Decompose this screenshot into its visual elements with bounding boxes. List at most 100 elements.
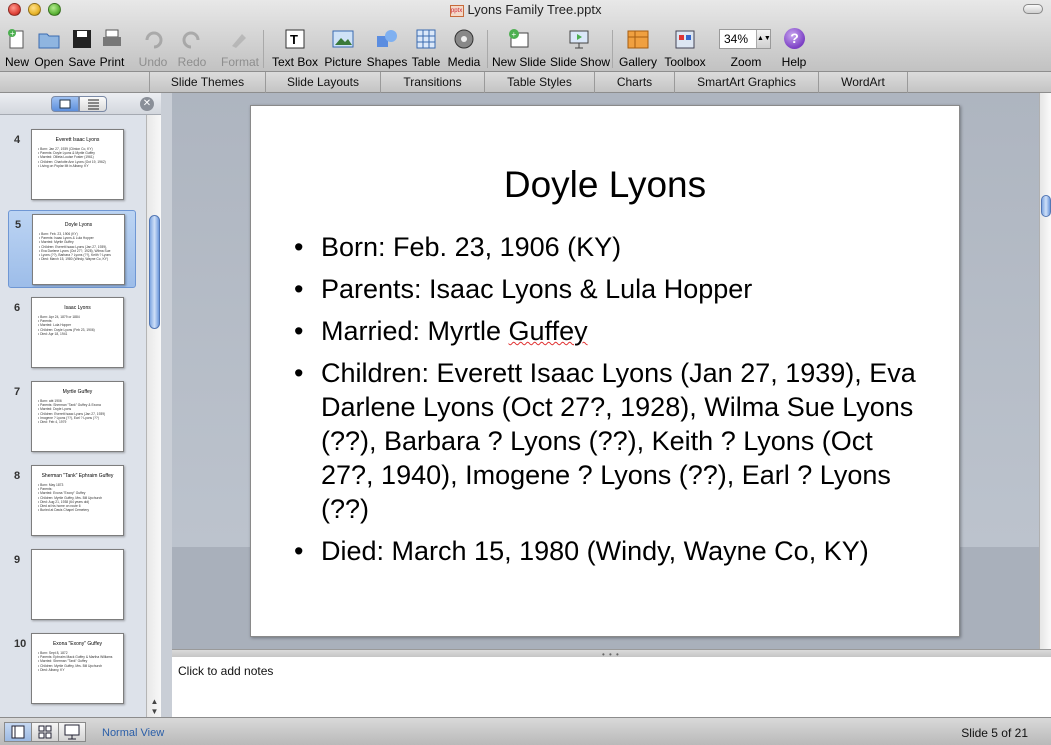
toolbar-toggle-button[interactable] [1023,4,1043,14]
slide-bullet: Married: Myrtle Guffey [291,314,931,348]
current-slide[interactable]: Doyle Lyons Born: Feb. 23, 1906 (KY) Pare… [250,105,960,637]
thumbnail-bullets: Born: Apr 24, 1879 or 1884Parents:Marrie… [38,315,123,336]
slide-bullet: Parents: Isaac Lyons & Lula Hopper [291,272,931,306]
format-brush-icon [232,34,246,48]
tab-table-styles[interactable]: Table Styles [485,72,595,93]
slide-thumbnail-preview: Exona "Exony" Guffey Born: Sept 8, 1872Pa… [31,633,124,704]
slide-number: 10 [14,638,27,650]
tab-transitions[interactable]: Transitions [381,72,485,93]
slides-view-toggle[interactable] [51,96,79,112]
bullet-text: Children: Everett Isaac Lyons (Jan 27, 1… [321,358,916,524]
slide-title[interactable]: Doyle Lyons [251,164,959,206]
slide-number: 8 [14,470,21,482]
slide-number: 6 [14,302,21,314]
format-button[interactable]: Format [220,26,260,70]
slide-thumbnail-10[interactable]: 10 Exona "Exony" Guffey Born: Sept 8, 1872… [0,630,146,708]
printer-icon [103,29,121,46]
table-button[interactable]: Table [410,26,442,70]
slide-thumbnail-8[interactable]: 8 Sherman "Tank" Ephraim Guffey Born: May … [0,462,146,540]
normal-view-icon [11,725,25,739]
help-button[interactable]: Help [776,26,812,70]
thumbnail-title: Sherman "Tank" Ephraim Guffey [41,473,114,479]
bullet-text: Married: Myrtle [321,316,509,346]
pptx-file-icon: pptx [449,4,464,17]
tab-charts[interactable]: Charts [595,72,675,93]
tab-wordart[interactable]: WordArt [819,72,908,93]
view-name-label: Normal View [102,727,165,739]
new-slide-button[interactable]: + New Slide [492,26,546,70]
thumbnail-bullets: Born: Sept 8, 1872Parents: Ephraim Mack … [38,651,123,672]
toolbox-icon [675,30,695,49]
shapes-icon [377,30,397,47]
thumbnail-title: Isaac Lyons [64,305,91,311]
tab-smartart-graphics[interactable]: SmartArt Graphics [675,72,819,93]
open-folder-icon [38,33,60,49]
presenter-screen-icon [64,724,80,740]
toolbox-button[interactable]: Toolbox [661,26,709,70]
notes-pane[interactable]: Click to add notes [172,657,1051,717]
outline-view-toggle[interactable] [79,96,107,112]
window-toolbar: pptx Lyons Family Tree.pptx + New Open Sa… [0,0,1051,72]
outline-list-icon [88,99,99,110]
close-icon[interactable]: ✕ [140,97,154,111]
slide-position-label: Slide 5 of 21 [961,726,1028,740]
text-box-button[interactable]: T Text Box [270,26,320,70]
thumbnail-bullet: Living on Poplar Mt in Albany, KY [38,164,123,168]
media-film-icon [454,29,474,49]
slide-number: 4 [14,134,21,146]
scroll-down-arrow-icon[interactable]: ▼ [150,707,159,717]
slide-thumbnail-preview: Myrtle Guffey Born: abt 1906Parents: Sher… [31,381,124,452]
slide-sorter-view-button[interactable] [31,722,59,742]
toolbar-separator [263,30,264,68]
slide-show-button[interactable]: Slide Show [550,26,610,70]
media-button[interactable]: Media [446,26,482,70]
thumbnail-bullets: Born: Jan 27, 1939 (Clinton Co, KY)Paren… [38,147,123,168]
slide-bullet: Died: March 15, 1980 (Windy, Wayne Co, K… [291,534,931,568]
thumbnail-title: Exona "Exony" Guffey [52,641,103,647]
slide-thumbnail-preview: Doyle Lyons Born: Feb. 23, 1906 (KY)Paren… [32,214,125,285]
thumbnail-bullets: Born: May 1873Parents:Married: Exona "Ex… [38,483,123,512]
thumbnail-bullet: Died: Feb 4, 1979 [38,420,123,424]
save-button[interactable]: Save [68,26,96,70]
undo-button[interactable]: Undo [136,26,170,70]
save-disk-icon [73,30,91,48]
bullet-text: Born: Feb. 23, 1906 (KY) [321,232,622,262]
canvas-scroll-thumb[interactable] [1041,195,1051,217]
spellcheck-flagged-word[interactable]: Guffey [509,316,588,346]
slide-sorter-icon [38,725,52,739]
svg-text:+: + [512,30,517,39]
notes-splitter[interactable]: • • • [172,649,1051,659]
zoom-label: Zoom [730,55,762,69]
gallery-button[interactable]: Gallery [618,26,658,70]
slide-bullet-list[interactable]: Born: Feb. 23, 1906 (KY) Parents: Isaac L… [291,230,931,576]
slide-thumbnail-7[interactable]: 7 Myrtle Guffey Born: abt 1906Parents: She… [0,378,146,456]
shapes-button[interactable]: Shapes [366,26,408,70]
slide-thumbnail-6[interactable]: 6 Isaac Lyons Born: Apr 24, 1879 or 1884Pa… [0,294,146,372]
thumbnail-bullet: Buried at Davis Chapel Cemetery [38,508,123,512]
scroll-up-arrow-icon[interactable]: ▲ [150,697,159,707]
slide-thumbnail-9[interactable]: 9 [0,546,146,624]
redo-button[interactable]: Redo [175,26,209,70]
notes-placeholder[interactable]: Click to add notes [178,664,273,678]
print-button[interactable]: Print [98,26,126,70]
elements-gallery-tabs: Slide Themes Slide Layouts Transitions T… [0,72,1051,93]
new-button[interactable]: + New [3,26,31,70]
redo-arrow-icon [182,31,200,49]
slide-thumbnail-5[interactable]: 5 Doyle Lyons Born: Feb. 23, 1906 (KY)Pare… [8,210,136,288]
pane-scroll-thumb[interactable] [149,215,160,329]
open-button[interactable]: Open [33,26,65,70]
canvas-scrollbar[interactable] [1039,93,1051,649]
tab-slide-themes[interactable]: Slide Themes [149,72,266,93]
slide-thumbnail-4[interactable]: 4 Everett Isaac Lyons Born: Jan 27, 1939 (… [0,126,146,204]
thumbnail-bullet: Died: March 15, 1980 (Windy, Wayne Co, K… [39,257,124,261]
picture-button[interactable]: Picture [324,26,362,70]
slide-show-view-button[interactable] [58,722,86,742]
thumbnail-bullets: Born: Feb. 23, 1906 (KY)Parents: Isaac L… [39,232,124,261]
thumbnail-title: Myrtle Guffey [62,389,93,395]
pane-scrollbar[interactable]: ▲ ▼ [146,115,161,717]
tab-slide-layouts[interactable]: Slide Layouts [266,72,381,93]
bullet-text: Died: March 15, 1980 (Windy, Wayne Co, K… [321,536,869,566]
slide-bullet: Born: Feb. 23, 1906 (KY) [291,230,931,264]
picture-icon [332,30,354,48]
normal-view-button[interactable] [4,722,32,742]
